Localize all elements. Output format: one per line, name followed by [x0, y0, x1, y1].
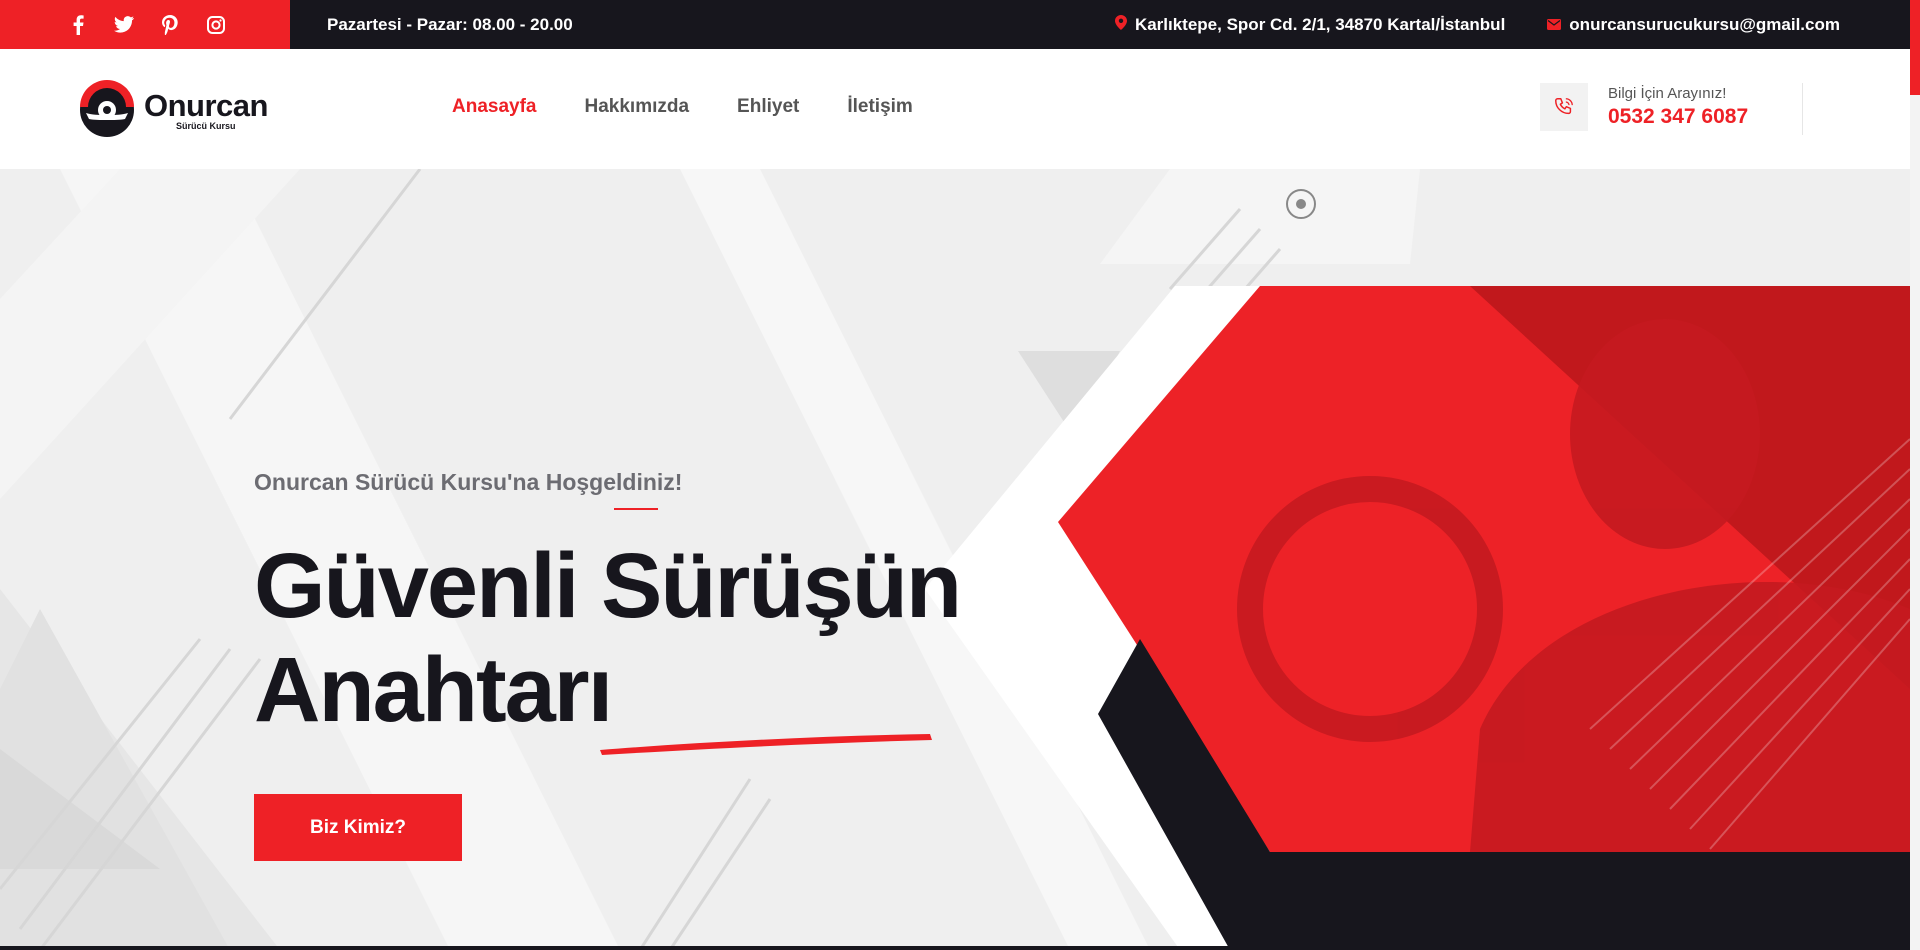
hero-welcome-text: Onurcan Sürücü Kursu'na Hoşgeldiniz! — [254, 469, 683, 495]
main-navigation: Anasayfa Hakkımızda Ehliyet İletişim — [452, 96, 913, 118]
header-divider — [1802, 83, 1803, 135]
nav-item-hakkimizda[interactable]: Hakkımızda — [585, 96, 690, 118]
envelope-icon — [1547, 15, 1562, 35]
opening-hours: Pazartesi - Pazar: 08.00 - 20.00 — [327, 14, 573, 34]
location-pin-icon — [1114, 14, 1127, 35]
address-text: Karlıktepe, Spor Cd. 2/1, 34870 Kartal/İ… — [1134, 14, 1506, 34]
call-box[interactable]: Bilgi İçin Arayınız! 0532 347 6087 — [1540, 83, 1748, 131]
nav-item-anasayfa[interactable]: Anasayfa — [452, 96, 537, 118]
instagram-icon[interactable] — [206, 15, 226, 35]
site-logo[interactable]: Onurcan Sürücü Kursu — [76, 77, 268, 144]
hero-title-line-2: Anahtarı — [254, 639, 613, 741]
pinterest-icon[interactable] — [160, 14, 180, 35]
nav-item-iletisim[interactable]: İletişim — [847, 96, 912, 118]
site-header: Onurcan Sürücü Kursu Anasayfa Hakkımızda… — [0, 49, 1910, 169]
steering-wheel-logo-icon — [76, 77, 138, 144]
bottom-border — [0, 946, 1910, 950]
slider-pagination-dot[interactable] — [1286, 189, 1316, 219]
brand-tagline: Sürücü Kursu — [176, 121, 236, 131]
scrollbar-thumb[interactable] — [1910, 0, 1920, 95]
welcome-underline — [614, 508, 658, 510]
hero-title: Güvenli Sürüşün Anahtarı — [254, 534, 962, 742]
page-scrollbar[interactable] — [1910, 0, 1920, 950]
twitter-icon[interactable] — [114, 15, 134, 35]
top-bar: Pazartesi - Pazar: 08.00 - 20.00 Karlıkt… — [0, 0, 1910, 49]
biz-kimiz-button[interactable]: Biz Kimiz? — [254, 794, 462, 861]
hero-slider: Onurcan Sürücü Kursu'na Hoşgeldiniz! Güv… — [0, 169, 1910, 950]
hero-title-line-1: Güvenli Sürüşün — [254, 535, 962, 637]
brand-name: Onurcan — [144, 88, 268, 123]
nav-item-ehliyet[interactable]: Ehliyet — [737, 96, 799, 118]
facebook-icon[interactable] — [68, 14, 88, 35]
phone-number[interactable]: 0532 347 6087 — [1608, 105, 1748, 129]
phone-icon — [1540, 83, 1588, 131]
email-link[interactable]: onurcansurucukursu@gmail.com — [1569, 15, 1840, 35]
call-label: Bilgi İçin Arayınız! — [1608, 85, 1727, 102]
social-links — [0, 0, 290, 49]
